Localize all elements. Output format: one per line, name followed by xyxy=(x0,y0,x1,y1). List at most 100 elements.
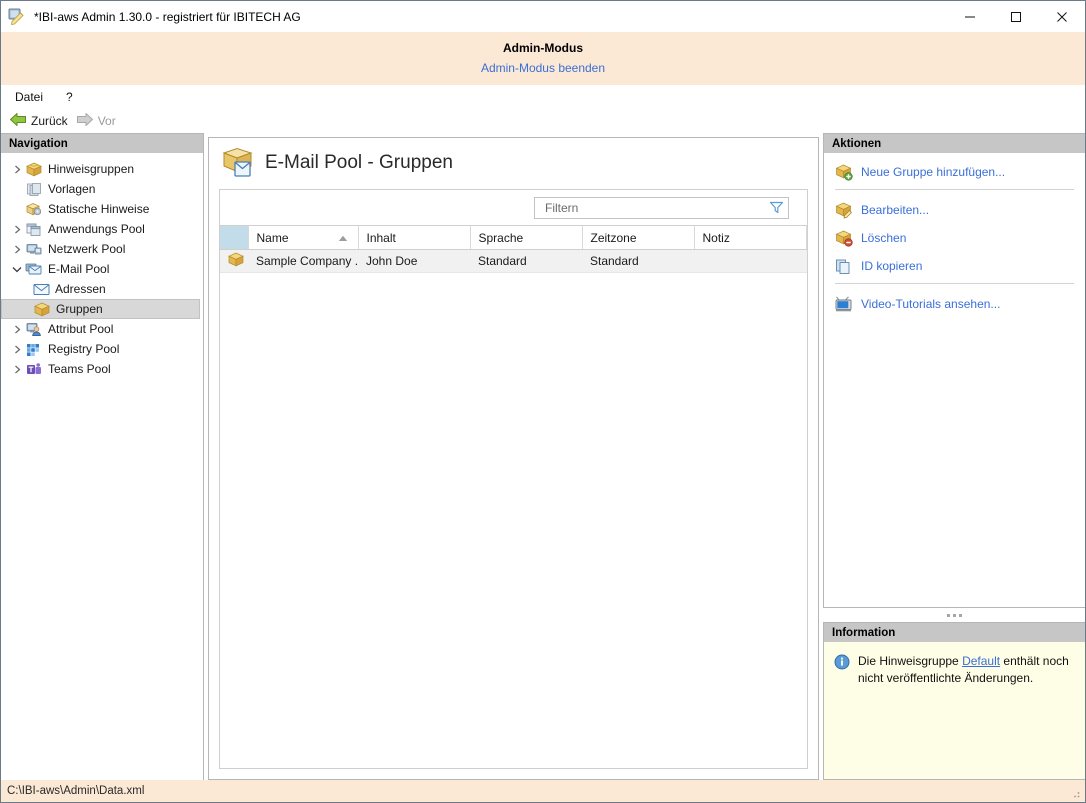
pane-splitter[interactable] xyxy=(823,608,1085,622)
cell-notiz xyxy=(694,249,807,273)
column-header-inhalt[interactable]: Inhalt xyxy=(358,225,471,250)
column-header-zeitzone[interactable]: Zeitzone xyxy=(582,225,695,250)
info-icon xyxy=(834,654,850,670)
splitter-dot xyxy=(958,613,962,617)
maximize-button[interactable] xyxy=(993,1,1039,32)
title-bar: *IBI-aws Admin 1.30.0 - registriert für … xyxy=(1,1,1085,32)
sidebar-item-label: Adressen xyxy=(55,282,106,296)
box-icon xyxy=(228,252,244,270)
chevron-right-icon[interactable] xyxy=(9,361,25,377)
filter-bar xyxy=(220,190,807,225)
column-header-sprache[interactable]: Sprache xyxy=(470,225,583,250)
sidebar-item-label: Statische Hinweise xyxy=(48,202,150,216)
teams-icon xyxy=(25,361,43,377)
column-header-name[interactable]: Name xyxy=(248,225,359,250)
sort-ascending-icon xyxy=(338,231,348,245)
sidebar-item-label: Attribut Pool xyxy=(48,322,114,336)
filter-input[interactable] xyxy=(543,199,768,216)
splitter-dot xyxy=(952,613,956,617)
box-icon xyxy=(25,161,43,177)
add-new-group-action[interactable]: Neue Gruppe hinzufügen... xyxy=(824,161,1085,183)
content-panel: E-Mail Pool - Gruppen Filtern Name Inhal… xyxy=(208,137,819,780)
sidebar-item-gruppen[interactable]: Gruppen xyxy=(1,299,200,319)
menu-item-datei[interactable]: Datei xyxy=(11,88,52,106)
minimize-button[interactable] xyxy=(947,1,993,32)
sidebar-item-adressen[interactable]: Adressen xyxy=(1,279,200,299)
grid-area: Name Inhalt Sprache Zeitzone Notiz xyxy=(219,189,808,769)
actions-pane: Aktionen Neue Gruppe hinzufügen... Bearb… xyxy=(823,134,1085,608)
chevron-down-icon[interactable] xyxy=(9,261,25,277)
sidebar-item-registry-pool[interactable]: Registry Pool xyxy=(1,339,200,359)
chevron-right-icon[interactable] xyxy=(9,321,25,337)
delete-action[interactable]: Löschen xyxy=(824,227,1085,249)
back-button-label: Zurück xyxy=(31,114,68,128)
user-screen-icon xyxy=(25,321,43,337)
forward-button-label: Vor xyxy=(97,114,116,128)
copy-id-action[interactable]: ID kopieren xyxy=(824,255,1085,277)
sidebar-item-teams-pool[interactable]: Teams Pool xyxy=(1,359,200,379)
close-button[interactable] xyxy=(1039,1,1085,32)
sidebar-item-hinweisgruppen[interactable]: Hinweisgruppen xyxy=(1,159,200,179)
sidebar-item-email-pool[interactable]: E-Mail Pool xyxy=(1,259,200,279)
table-row[interactable]: Sample Company ... John Doe Standard Sta… xyxy=(220,249,807,273)
copy-icon xyxy=(835,257,853,275)
cell-name: Sample Company ... xyxy=(248,249,358,273)
tv-icon xyxy=(835,295,853,313)
sidebar-item-statische-hinweise[interactable]: Statische Hinweise xyxy=(1,199,200,219)
row-icon-cell xyxy=(220,249,248,273)
back-button[interactable]: Zurück xyxy=(7,111,74,131)
main-body: Navigation Hinweisgruppen Vorlagen Stati… xyxy=(1,133,1085,780)
application-window: *IBI-aws Admin 1.30.0 - registriert für … xyxy=(0,0,1086,803)
exit-admin-mode-link[interactable]: Admin-Modus beenden xyxy=(481,59,605,77)
action-label: Löschen xyxy=(861,231,907,245)
windows-icon xyxy=(25,221,43,237)
video-tutorials-action[interactable]: Video-Tutorials ansehen... xyxy=(824,293,1085,315)
envelope-icon xyxy=(32,281,50,297)
pen-document-icon xyxy=(8,8,26,26)
column-label: Name xyxy=(256,230,289,245)
sidebar-item-label: Anwendungs Pool xyxy=(48,222,145,236)
sidebar-item-netzwerk-pool[interactable]: Netzwerk Pool xyxy=(1,239,200,259)
default-group-link[interactable]: Default xyxy=(962,654,1000,668)
information-body: Die Hinweisgruppe Default enthält noch n… xyxy=(824,642,1085,779)
info-text-before: Die Hinweisgruppe xyxy=(858,654,963,668)
admin-mode-title: Admin-Modus xyxy=(503,41,583,55)
resize-grip[interactable] xyxy=(1069,787,1081,799)
actions-header: Aktionen xyxy=(824,134,1085,153)
chevron-right-icon[interactable] xyxy=(9,221,25,237)
forward-arrow-icon xyxy=(76,112,94,130)
menu-item-help[interactable]: ? xyxy=(62,88,82,106)
chevron-right-icon[interactable] xyxy=(9,161,25,177)
box-add-icon xyxy=(835,163,853,181)
column-header-index[interactable] xyxy=(220,225,249,250)
box-icon xyxy=(33,301,51,317)
sidebar-item-label: E-Mail Pool xyxy=(48,262,110,276)
static-box-icon xyxy=(25,201,43,217)
sidebar-item-label: Vorlagen xyxy=(48,182,96,196)
chevron-right-icon[interactable] xyxy=(9,341,25,357)
sidebar-item-anwendungs-pool[interactable]: Anwendungs Pool xyxy=(1,219,200,239)
navigation-toolbar: Zurück Vor xyxy=(1,109,1085,133)
groups-table: Name Inhalt Sprache Zeitzone Notiz Sampl… xyxy=(220,225,807,273)
page-header: E-Mail Pool - Gruppen xyxy=(209,138,818,185)
sidebar-item-vorlagen[interactable]: Vorlagen xyxy=(1,179,200,199)
content-wrapper: E-Mail Pool - Gruppen Filtern Name Inhal… xyxy=(204,133,823,780)
mailpool-large-icon xyxy=(221,147,255,179)
funnel-icon[interactable] xyxy=(768,200,784,216)
window-title: *IBI-aws Admin 1.30.0 - registriert für … xyxy=(34,9,301,24)
edit-action[interactable]: Bearbeiten... xyxy=(824,199,1085,221)
cell-sprache: Standard xyxy=(470,249,582,273)
filter-box[interactable] xyxy=(534,196,789,219)
sidebar-item-label: Hinweisgruppen xyxy=(48,162,135,176)
column-header-notiz[interactable]: Notiz xyxy=(694,225,807,250)
action-label: ID kopieren xyxy=(861,259,923,273)
sidebar-item-label: Teams Pool xyxy=(48,362,111,376)
sidebar-item-attribut-pool[interactable]: Attribut Pool xyxy=(1,319,200,339)
templates-icon xyxy=(25,181,43,197)
status-bar: C:\IBI-aws\Admin\Data.xml xyxy=(1,780,1085,802)
sidebar-item-label: Netzwerk Pool xyxy=(48,242,126,256)
back-arrow-icon xyxy=(9,112,27,130)
information-text: Die Hinweisgruppe Default enthält noch n… xyxy=(858,653,1073,687)
navigation-header: Navigation xyxy=(1,134,203,153)
chevron-right-icon[interactable] xyxy=(9,241,25,257)
